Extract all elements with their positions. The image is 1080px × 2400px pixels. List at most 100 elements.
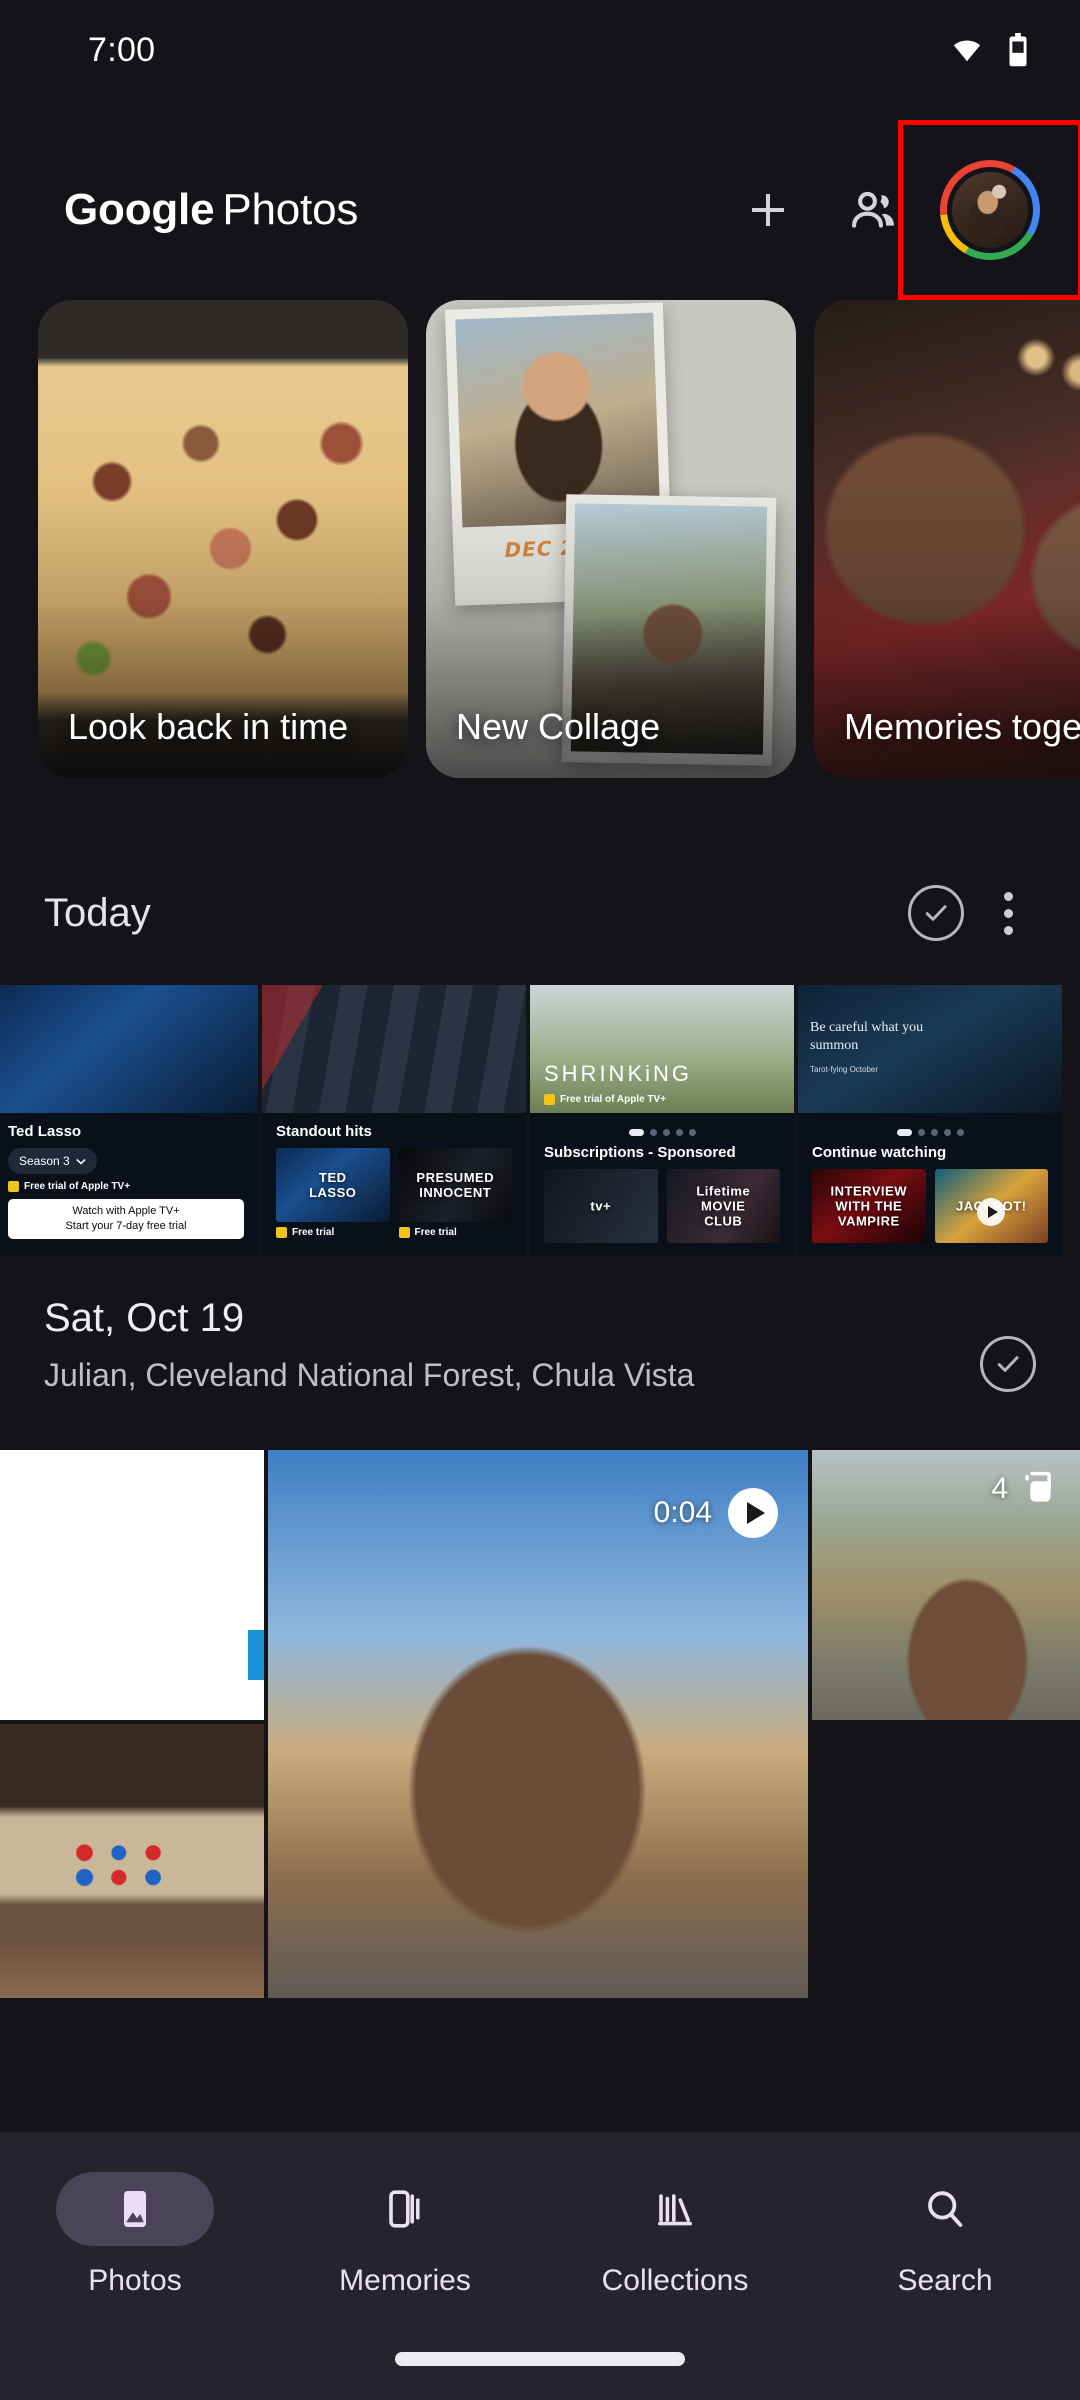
photo-mountain-stack[interactable]: 4	[812, 1450, 1080, 1720]
poster-tiles: tv+ Lifetime MOVIE CLUB	[544, 1169, 780, 1243]
row-heading: Continue watching	[812, 1144, 947, 1161]
carousel-dot	[943, 1129, 951, 1136]
avatar	[947, 167, 1033, 253]
carousel-dot	[649, 1129, 657, 1136]
trial-badge: Free trial	[398, 1227, 513, 1238]
nav-label: Photos	[88, 2264, 182, 2297]
poster-tile[interactable]: JACKPOT!	[934, 1169, 1048, 1243]
poster-tile[interactable]: PRESUMED INNOCENT Free trial	[398, 1148, 513, 1238]
photo-blank-white[interactable]	[0, 1450, 264, 1720]
nav-item-memories[interactable]: Memories	[270, 2172, 540, 2298]
nav-active-pill	[56, 2172, 214, 2246]
account-avatar-button[interactable]	[898, 120, 1080, 300]
kebab-dot	[1003, 908, 1013, 918]
nav-item-photos[interactable]: Photos	[0, 2172, 270, 2298]
season-label: Season 3	[19, 1154, 70, 1168]
bottom-navigation: Photos Memories Collections Search	[0, 2132, 1080, 2400]
memory-card-look-back[interactable]: Look back in time	[38, 300, 408, 778]
select-all-button[interactable]	[980, 1336, 1036, 1392]
sharing-people-icon	[852, 191, 894, 228]
memories-icon	[389, 2190, 420, 2228]
season-selector[interactable]: Season 3	[8, 1148, 97, 1174]
blue-tab-marker	[248, 1630, 264, 1680]
photo-connect-four[interactable]	[0, 1724, 264, 1998]
poster-image: Lifetime MOVIE CLUB	[666, 1169, 780, 1243]
screenshot-shrinking[interactable]: SHRINKiNG Free trial of Apple TV+ Subscr…	[530, 985, 794, 1257]
section-header-date: Sat, Oct 19 Julian, Cleveland National F…	[0, 1290, 1080, 1420]
poster-tile[interactable]: TED LASSO Free trial	[276, 1148, 390, 1238]
nav-label: Search	[897, 2264, 993, 2297]
page-title: Google Photos	[64, 185, 358, 235]
memory-title: Memories together	[844, 705, 1080, 747]
poster-tiles: INTERVIEW WITH THE VAMPIRE JACKPOT!	[812, 1169, 1048, 1243]
poster-tile[interactable]: tv+	[544, 1169, 658, 1243]
screenshot-prime-video[interactable]: Be careful what you summon Tarot-fying O…	[798, 985, 1062, 1257]
play-icon[interactable]	[728, 1488, 778, 1538]
photo-desert-selfie-video[interactable]: 0:04	[268, 1450, 808, 1998]
memory-card-memories-together[interactable]: Memories together	[814, 300, 1080, 778]
poster-title: INTERVIEW WITH THE VAMPIRE	[830, 1183, 907, 1229]
kebab-dot	[1003, 925, 1013, 935]
screenshot-body: Standout hits TED LASSO Free trial PRESU…	[262, 1113, 526, 1257]
check-icon	[997, 1356, 1019, 1372]
memory-card-new-collage[interactable]: DEC 2018 New Collage	[426, 300, 796, 778]
poster-tile[interactable]: Lifetime MOVIE CLUB	[666, 1169, 780, 1243]
carousel-dots[interactable]	[544, 1123, 780, 1144]
status-badge: 4	[991, 1468, 1060, 1510]
wifi-icon	[953, 40, 981, 62]
nav-pill	[596, 2172, 754, 2246]
poster-image: JACKPOT!	[934, 1169, 1048, 1243]
poster-image: TED LASSO	[276, 1148, 390, 1222]
hero-title: Be careful what you summon	[810, 1020, 924, 1053]
nav-item-search[interactable]: Search	[810, 2172, 1080, 2298]
photo-grid: 0:04 4	[0, 1450, 1080, 1998]
carousel-dots[interactable]	[812, 1123, 1048, 1144]
trial-badge: Free trial	[276, 1227, 390, 1238]
overflow-menu-button[interactable]	[980, 885, 1036, 941]
battery-icon	[1009, 33, 1027, 67]
poster-tile[interactable]: INTERVIEW WITH THE VAMPIRE	[812, 1169, 926, 1243]
trial-label: Free trial	[414, 1227, 457, 1238]
nav-pill	[326, 2172, 484, 2246]
screenshot-row-today[interactable]: Ted Lasso Season 3 Free trial of Apple T…	[0, 985, 1080, 1257]
lock-icon	[276, 1227, 287, 1238]
lock-icon	[398, 1227, 410, 1238]
carousel-dot	[896, 1129, 912, 1136]
screenshot-body: Ted Lasso Season 3 Free trial of Apple T…	[0, 1113, 258, 1257]
trial-badge: Free trial of Apple TV+	[8, 1181, 244, 1192]
screenshot-hero	[0, 985, 258, 1113]
memory-title: Look back in time	[68, 705, 349, 747]
watch-button[interactable]: Watch with Apple TV+ Start your 7-day fr…	[8, 1199, 244, 1239]
status-time: 7:00	[88, 30, 156, 69]
screenshot-standout-hits[interactable]: Standout hits TED LASSO Free trial PRESU…	[262, 985, 526, 1257]
screenshot-body: Subscriptions - Sponsored tv+ Lifetime M…	[530, 1113, 794, 1257]
row-heading: Standout hits	[276, 1123, 372, 1140]
screenshot-ted-lasso[interactable]: Ted Lasso Season 3 Free trial of Apple T…	[0, 985, 258, 1257]
poster-tiles: TED LASSO Free trial PRESUMED INNOCENT F…	[276, 1148, 512, 1238]
poster-title: Lifetime MOVIE CLUB	[696, 1183, 751, 1229]
carousel-dot	[662, 1129, 670, 1136]
screenshot-hero: Be careful what you summon Tarot-fying O…	[798, 985, 1062, 1113]
play-icon	[977, 1197, 1006, 1226]
memories-carousel[interactable]: Look back in time DEC 2018 New Collage M…	[0, 300, 1080, 780]
google-photos-screen: 7:00 Google Photos Look back in time New…	[0, 0, 1080, 2400]
stack-count: 4	[991, 1472, 1008, 1505]
check-icon	[925, 905, 947, 921]
status-icons	[948, 33, 1028, 67]
app-bar: Google Photos	[0, 120, 1080, 300]
video-duration: 0:04	[653, 1496, 712, 1529]
nav-label: Collections	[601, 2264, 749, 2297]
poster-title: TED LASSO	[309, 1170, 357, 1200]
sharing-button[interactable]	[826, 162, 922, 258]
stack-icon	[1025, 1471, 1051, 1502]
nav-item-collections[interactable]: Collections	[540, 2172, 810, 2298]
section-title: Today	[44, 890, 151, 935]
poster-image: INTERVIEW WITH THE VAMPIRE	[812, 1169, 926, 1243]
trial-label: Free trial of Apple TV+	[24, 1181, 131, 1192]
add-button[interactable]	[720, 162, 816, 258]
gesture-bar[interactable]	[395, 2352, 685, 2366]
section-actions	[908, 885, 1036, 941]
brand-google: Google	[64, 185, 215, 234]
select-all-button[interactable]	[908, 885, 964, 941]
carousel-dot	[917, 1129, 925, 1136]
